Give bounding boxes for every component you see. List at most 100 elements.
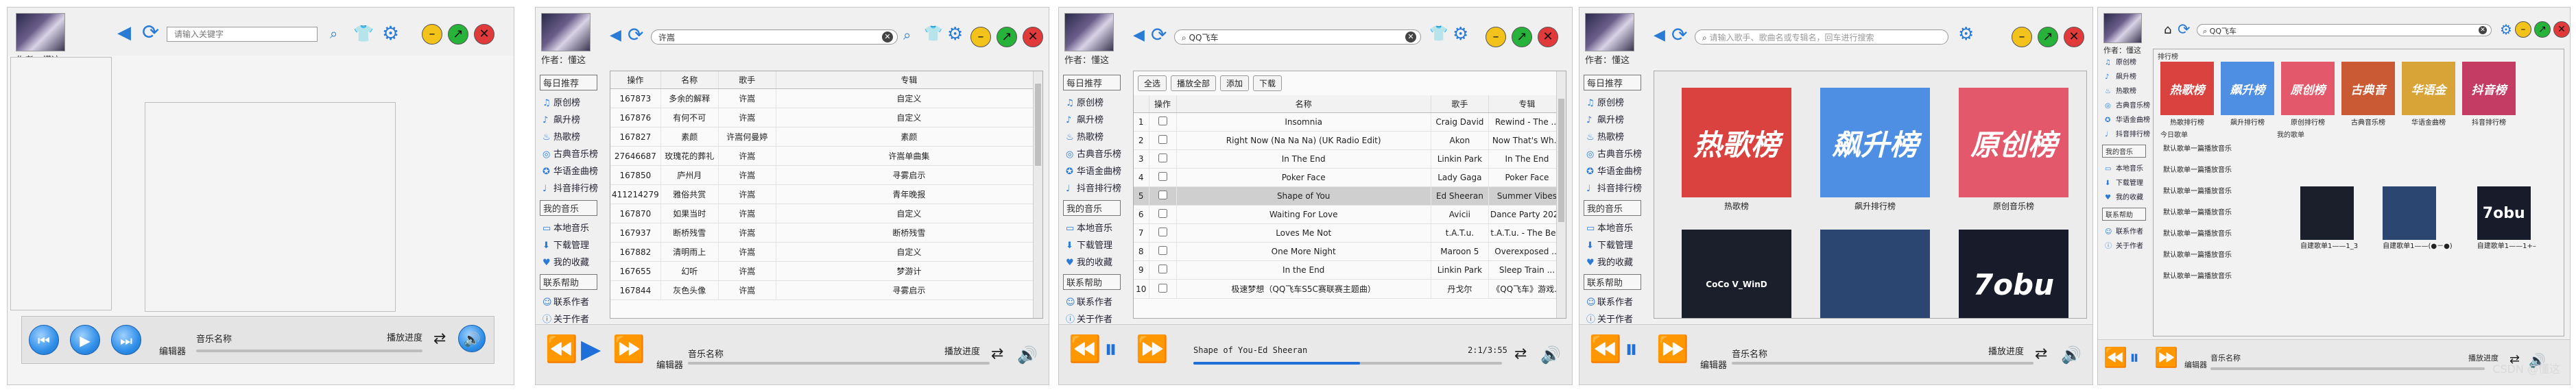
playlist-line[interactable]: 默认歌单一篇播放音乐 [2163,249,2232,259]
gear-icon[interactable]: ⚙ [1958,25,1974,43]
close-button[interactable]: ✕ [2064,27,2084,47]
clear-icon[interactable]: ✕ [882,32,893,42]
sidebar-item-about[interactable]: ⓘ 关于作者 [2102,238,2150,252]
sidebar-item-classical[interactable]: ◎ 古典音乐榜 [2102,97,2150,112]
table-row[interactable]: 167850 庐州月 许嵩 寻雾启示 [610,165,1042,185]
sidebar-item-chinese[interactable]: ✪ 华语金曲榜 [1584,162,1647,179]
sidebar-item-hot[interactable]: ♨ 热歌榜 [1584,127,1647,145]
chart-tile[interactable]: 7obu自建歌单1——1+– [1959,230,2068,318]
row-checkbox[interactable] [1158,117,1167,125]
maximize-button[interactable]: ↗ [1512,27,1532,47]
refresh-icon[interactable]: ⟳ [1151,25,1167,45]
table-row[interactable]: 6 Waiting For Love Avicii Dance Party 2020 [1134,205,1566,224]
sidebar-item-contact[interactable]: ☺ 联系作者 [540,293,603,310]
maximize-button[interactable]: ↗ [2534,21,2551,38]
playlist-line[interactable]: 默认歌单一篇播放音乐 [2163,228,2232,238]
progress-bar[interactable] [1193,362,1502,365]
gear-icon[interactable]: ⚙ [947,25,963,43]
table-row[interactable]: 27646687 玫瑰花的葬礼 许嵩 许嵩单曲集 [610,146,1042,166]
next-button[interactable]: ⏩ [1656,336,1689,362]
sidebar-item-chinese[interactable]: ✪ 华语金曲榜 [2102,112,2150,126]
table-row[interactable]: 7 Loves Me Not t.A.T.u. t.A.T.u. - The Best [1134,223,1566,243]
table-row[interactable]: 167870 如果当时 许嵩 自定义 [610,204,1042,223]
search-input[interactable]: ⌕ 请输入歌手、歌曲名或专辑名，回车进行搜索 [1695,29,1948,45]
table-row[interactable]: 9 In the End Linkin Park Sleep Train ... [1134,260,1566,280]
previous-button[interactable]: ⏪ [1589,336,1621,362]
minimize-button[interactable]: – [970,27,991,47]
select-all-button[interactable]: 全选 [1138,75,1167,91]
next-button[interactable]: ⏩ [612,336,645,362]
sidebar-item-hot[interactable]: ♨ 热歌榜 [540,127,603,145]
playlist-line[interactable]: 默认歌单一篇播放音乐 [2163,270,2232,280]
play-button[interactable]: ▶ [70,325,100,355]
search-input[interactable] [167,27,318,42]
table-row[interactable]: 167844 灰色头像 许嵩 寻雾启示 [610,280,1042,300]
next-button[interactable]: ⏭ [111,325,141,355]
row-checkbox[interactable] [1158,228,1167,236]
table-row[interactable]: 167655 幻听 许嵩 梦游计 [610,261,1042,281]
table-row[interactable]: 167873 多余的解释 许嵩 自定义 [610,88,1042,108]
pause-button[interactable]: ⏸ [1625,336,1638,362]
mini-chart-tile[interactable]: 抖音榜 抖音排行榜 [2462,62,2516,127]
vertical-scrollbar[interactable] [1556,71,1566,318]
playlist-cover[interactable]: 7obu 自建歌单1——1+– [2477,186,2536,250]
sidebar-item-rising[interactable]: ♪ 飙升榜 [1584,110,1647,127]
sidebar-item-local[interactable]: ▭ 本地音乐 [1063,219,1126,236]
row-checkbox[interactable] [1158,154,1167,162]
gear-icon[interactable]: ⚙ [1453,25,1468,43]
sidebar-item-favorites[interactable]: ♥ 我的收藏 [540,253,603,270]
refresh-icon[interactable]: ⟳ [142,23,159,43]
mini-chart-tile[interactable]: 飙升榜 飙升排行榜 [2221,62,2274,127]
search-input[interactable]: 许嵩 ✕ [651,29,898,45]
chart-tile[interactable]: 自建歌单1——(●－●) [1820,230,1930,318]
volume-icon[interactable]: 🔊 [1017,345,1038,365]
next-button[interactable]: ⏩ [1136,336,1168,362]
sidebar-item-chinese[interactable]: ✪ 华语金曲榜 [540,162,603,179]
playlist-line[interactable]: 默认歌单一篇播放音乐 [2163,164,2232,174]
clear-icon[interactable]: ✕ [1405,32,1416,42]
row-checkbox[interactable] [1158,191,1167,199]
sidebar-item-douyin[interactable]: ♩ 抖音排行榜 [2102,126,2150,140]
volume-button[interactable]: 🔊 [458,325,486,352]
table-row[interactable]: 167882 清明雨上 许嵩 自定义 [610,242,1042,262]
mini-chart-tile[interactable]: 华语金 华语金曲榜 [2402,62,2455,127]
avatar[interactable] [2103,13,2142,43]
gear-icon[interactable]: ⚙ [382,24,399,43]
sidebar-item-favorites[interactable]: ♥ 我的收藏 [1063,253,1126,270]
sidebar-item-rising[interactable]: ♪ 飙升榜 [540,110,603,127]
home-icon[interactable]: ⌂ [2164,24,2171,36]
table-row[interactable]: 4 Poker Face Lady Gaga Poker Face [1134,168,1566,187]
sidebar-item-hot[interactable]: ♨ 热歌榜 [1063,127,1126,145]
progress-bar[interactable] [2210,367,2485,370]
volume-icon[interactable]: 🔊 [1540,345,1561,365]
table-row[interactable]: 3 In The End Linkin Park In The End [1134,149,1566,169]
sidebar-item-favorites[interactable]: ♥ 我的收藏 [2102,189,2150,204]
chart-tile[interactable]: 原创榜 原创音乐榜 [1959,88,2068,212]
chart-tile[interactable]: 飙升榜 飙升排行榜 [1820,88,1930,212]
sidebar-item-original[interactable]: ♫ 原创榜 [2102,54,2150,69]
play-button[interactable]: ▶ [581,336,601,362]
sidebar-item-douyin[interactable]: ♩ 抖音排行榜 [1584,179,1647,196]
playlist-cover[interactable]: 自建歌单1——(●－●) [2383,186,2453,250]
sidebar-item-favorites[interactable]: ♥ 我的收藏 [1584,253,1647,270]
clear-icon[interactable]: ✕ [2479,26,2487,34]
sidebar-item-local[interactable]: ▭ 本地音乐 [540,219,603,236]
previous-button[interactable]: ⏪ [2103,348,2127,367]
table-row[interactable]: 411214279 雅俗共赏 许嵩 青年晚报 [610,184,1042,204]
vertical-scrollbar[interactable] [1033,71,1042,318]
table-row[interactable]: 2 Right Now (Na Na Na) (UK Radio Edit) Ako… [1134,131,1566,150]
table-row[interactable]: 8 One More Night Maroon 5 Overexposed ... [1134,242,1566,261]
sidebar-item-rising[interactable]: ♪ 飙升榜 [1063,110,1126,127]
avatar[interactable] [1064,13,1114,51]
search-input[interactable]: ⌕ QQ飞车 ✕ [1174,29,1421,45]
download-button[interactable]: 下载 [1253,75,1283,91]
mini-chart-tile[interactable]: 热歌榜 热歌排行榜 [2160,62,2214,127]
back-arrow-icon[interactable]: ◀ [117,24,131,42]
refresh-icon[interactable]: ⟳ [1671,25,1687,45]
sidebar-item-local[interactable]: ▭ 本地音乐 [2102,160,2150,175]
row-checkbox[interactable] [1158,283,1167,293]
close-button[interactable]: ✕ [1538,27,1558,47]
search-input[interactable]: ⌕ QQ飞车 ✕ [2197,24,2492,36]
playlist-line[interactable]: 默认歌单一篇播放音乐 [2163,206,2232,217]
chart-tile[interactable]: CoCo V_WinD自建歌单1——1_3 [1682,230,1791,318]
